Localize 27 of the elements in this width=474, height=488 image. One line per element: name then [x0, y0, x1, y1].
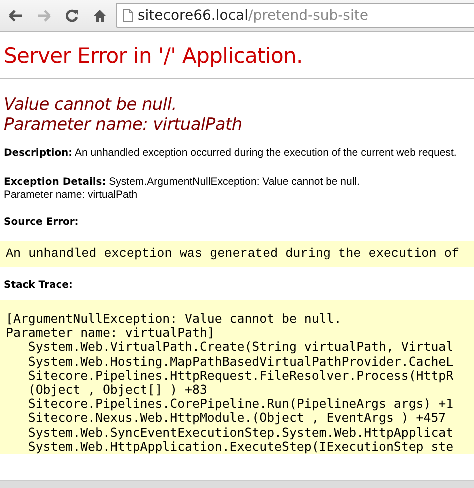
- address-bar[interactable]: sitecore66.local/pretend-sub-site: [116, 3, 474, 28]
- url-path: /pretend-sub-site: [248, 8, 368, 24]
- home-icon: [93, 8, 107, 22]
- stack-trace-heading: Stack Trace:: [4, 280, 73, 291]
- description-text: Description: An unhandled exception occurred during the execution of the current web request.: [4, 147, 458, 160]
- error-message: Value cannot be null.: [4, 95, 178, 115]
- stack-trace-line: Sitecore.Pipelines.CorePipeline.Run(PipelineArgs args) +1: [27, 397, 455, 412]
- url-host: sitecore66.local: [138, 8, 248, 24]
- page-icon: [123, 9, 133, 22]
- stack-trace-line: System.Web.HttpApplication.ExecuteStep(IExecutionStep ste: [27, 440, 455, 454]
- page-title: Server Error in '/' Application.: [4, 44, 304, 68]
- stack-trace-line: Parameter name: virtualPath]: [6, 326, 216, 340]
- stack-trace-line: System.Web.Hosting.MapPathBasedVirtualPathProvider.CacheL: [27, 354, 455, 369]
- source-error-heading: Source Error:: [4, 217, 79, 228]
- source-error-text: An unhandled exception was generated during the execution of: [5, 246, 460, 263]
- back-arrow-icon: [9, 10, 23, 22]
- stack-trace-line: System.Web.SyncEventExecutionStep.System.Web.HttpApplicat: [27, 426, 455, 440]
- parameter-name-text: Parameter name: virtualPath: [4, 189, 139, 202]
- stack-trace-line: Sitecore.Nexus.Web.HttpModule.(Object , EventArgs ) +457: [27, 411, 448, 426]
- stack-trace-line: Sitecore.Pipelines.HttpRequest.FileResolver.Process(HttpR: [27, 368, 455, 383]
- exception-details-text: Exception Details: System.ArgumentNullException: Value cannot be null.: [4, 176, 361, 189]
- stack-trace-line: System.Web.VirtualPath.Create(String virtualPath, Virtual: [27, 340, 455, 355]
- error-message: Parameter name: virtualPath: [4, 115, 244, 135]
- reload-icon: [65, 8, 79, 22]
- forward-arrow-icon: [37, 10, 51, 22]
- stack-trace-line: (Object , Object[] ) +83: [27, 382, 208, 398]
- stack-trace-line: [ArgumentNullException: Value cannot be null.: [6, 312, 343, 326]
